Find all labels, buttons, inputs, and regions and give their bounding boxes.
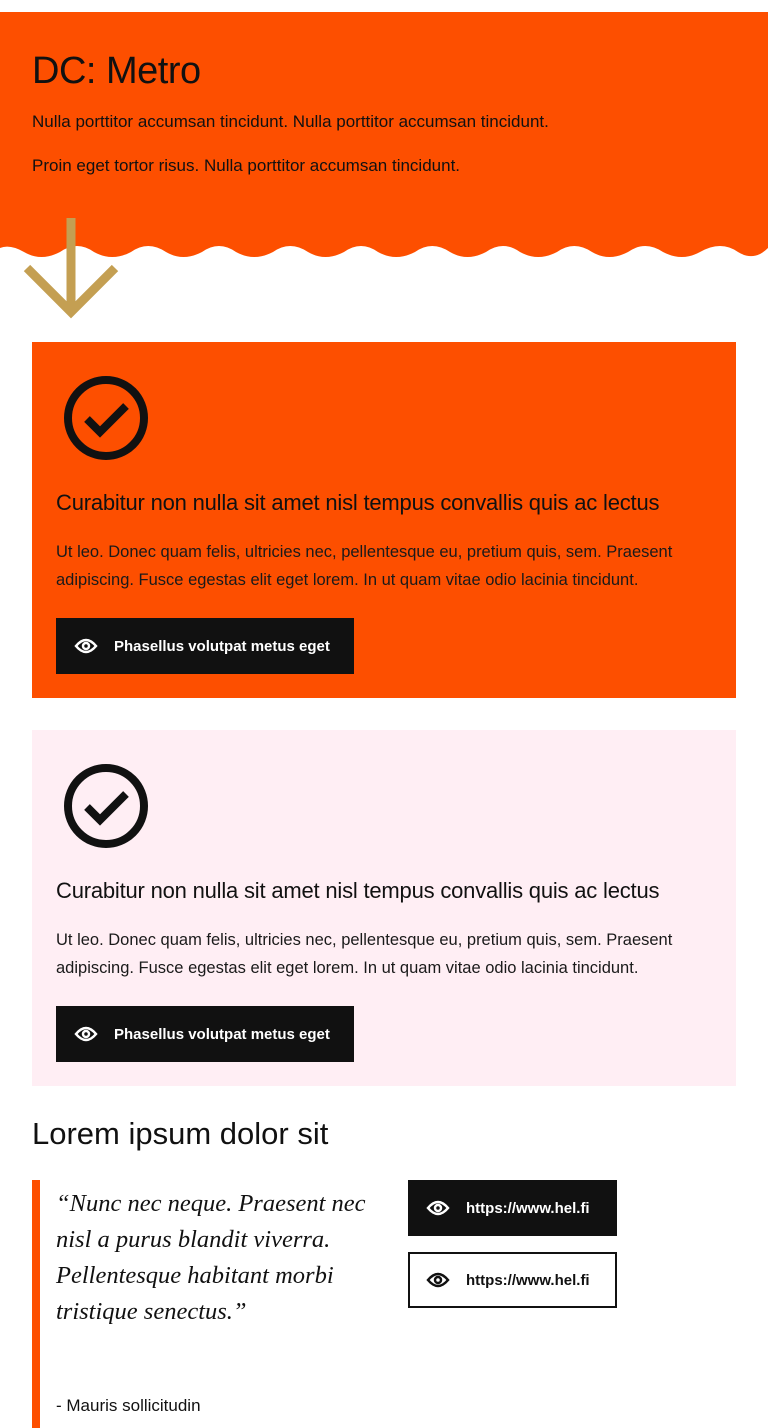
card-button-label: Phasellus volutpat metus eget [114,1025,330,1043]
card-text: Ut leo. Donec quam felis, ultricies nec,… [56,543,673,589]
check-circle-icon [60,372,152,469]
card-heading: Curabitur non nulla sit amet nisl tempus… [56,490,660,515]
info-card: Curabitur non nulla sit amet nisl tempus… [32,730,736,1086]
hero-paragraph: Proin eget tortor risus. Nulla porttitor… [32,156,461,175]
section-title: Lorem ipsum dolor sit [32,1116,329,1151]
hero-paragraph: Nulla porttitor accumsan tincidunt. Null… [32,112,549,131]
quote-accent-bar [32,1180,40,1428]
eye-icon [426,1272,450,1288]
link-button-primary[interactable]: https://www.hel.fi [408,1180,617,1236]
arrow-down-icon [22,216,120,325]
info-card: Curabitur non nulla sit amet nisl tempus… [32,342,736,698]
eye-icon [74,638,98,654]
check-circle-icon [60,760,152,857]
card-button[interactable]: Phasellus volutpat metus eget [56,618,354,674]
quote-text: “Nunc nec neque. Praesent nec nisl a pur… [56,1190,366,1325]
quote-author: - Mauris sollicitudin [56,1396,201,1415]
link-button-label: https://www.hel.fi [466,1199,590,1217]
card-heading: Curabitur non nulla sit amet nisl tempus… [56,878,660,903]
card-button[interactable]: Phasellus volutpat metus eget [56,1006,354,1062]
link-button-secondary[interactable]: https://www.hel.fi [408,1252,617,1308]
card-text: Ut leo. Donec quam felis, ultricies nec,… [56,931,673,977]
eye-icon [74,1026,98,1042]
page-title: DC: Metro [32,50,201,92]
eye-icon [426,1200,450,1216]
hero-section: DC: Metro Nulla porttitor accumsan tinci… [0,12,768,246]
card-button-label: Phasellus volutpat metus eget [114,637,330,655]
link-button-label: https://www.hel.fi [466,1271,590,1289]
